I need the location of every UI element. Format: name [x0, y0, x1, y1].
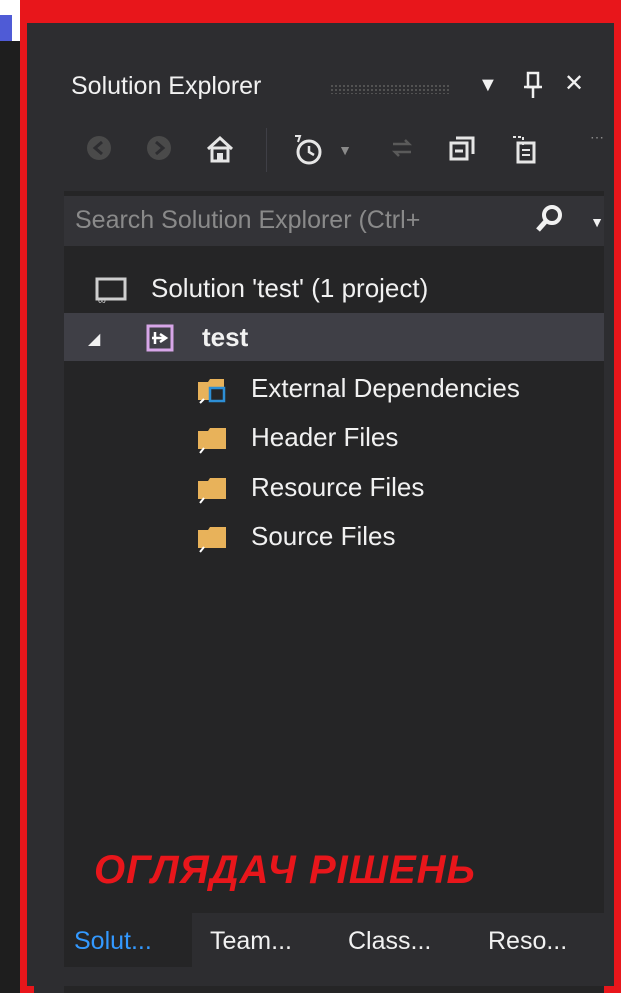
search-input[interactable]: [71, 198, 524, 242]
svg-text:∞: ∞: [98, 295, 106, 306]
overlay-caption: ОГЛЯДАЧ РІШЕНЬ: [94, 848, 476, 892]
show-all-files-icon[interactable]: [506, 133, 540, 167]
search-icon[interactable]: [532, 203, 566, 237]
status-strip: [27, 969, 614, 986]
expand-triangle-icon[interactable]: ◢: [88, 329, 100, 349]
folder-icon: [194, 473, 232, 510]
top-red-border: [20, 0, 621, 16]
project-icon: [146, 324, 174, 357]
project-node[interactable]: ◢ test: [64, 313, 604, 361]
search-options-dropdown[interactable]: ▼: [580, 205, 614, 239]
pending-changes-icon[interactable]: [290, 133, 324, 167]
folder-icon: [194, 423, 232, 460]
solution-icon: ∞: [94, 276, 128, 311]
chevron-down-icon[interactable]: ▼: [328, 133, 362, 167]
solution-node[interactable]: ∞ Solution 'test' (1 project): [64, 264, 604, 312]
toolbar-separator: [266, 128, 267, 172]
folder-row[interactable]: Resource Files: [64, 463, 604, 511]
folder-label: Header Files: [251, 422, 399, 452]
folder-row[interactable]: Header Files: [64, 413, 604, 461]
folder-row[interactable]: External Dependencies: [64, 364, 604, 412]
home-icon[interactable]: [203, 133, 237, 167]
window-position-dropdown[interactable]: ▼: [478, 70, 498, 100]
tab-solution-explorer[interactable]: Solut...: [64, 913, 192, 967]
close-button[interactable]: ✕: [564, 69, 584, 99]
external-dependencies-icon: [194, 374, 232, 411]
folder-label: External Dependencies: [251, 373, 520, 403]
editor-edge: [0, 41, 20, 993]
toolbar-overflow-icon[interactable]: ⋯: [580, 120, 614, 154]
collapse-all-icon[interactable]: [446, 133, 480, 167]
editor-tab-marker: [0, 15, 12, 41]
tab-resource-view[interactable]: Reso...: [488, 913, 567, 967]
folder-label: Source Files: [251, 521, 396, 551]
project-label: test: [202, 322, 249, 352]
panel-gutter: [34, 30, 64, 993]
titlebar-grip[interactable]: [330, 84, 450, 94]
sync-icon[interactable]: [385, 133, 419, 167]
folder-icon: [194, 522, 232, 559]
forward-icon[interactable]: [142, 133, 176, 167]
folder-row[interactable]: Source Files: [64, 512, 604, 560]
tab-class-view[interactable]: Class...: [348, 913, 431, 967]
tab-team-explorer[interactable]: Team...: [210, 913, 292, 967]
pin-icon[interactable]: [522, 70, 544, 108]
panel-title: Solution Explorer: [71, 72, 262, 100]
back-icon[interactable]: [82, 133, 116, 167]
folder-label: Resource Files: [251, 472, 425, 502]
solution-label: Solution 'test' (1 project): [151, 273, 429, 303]
